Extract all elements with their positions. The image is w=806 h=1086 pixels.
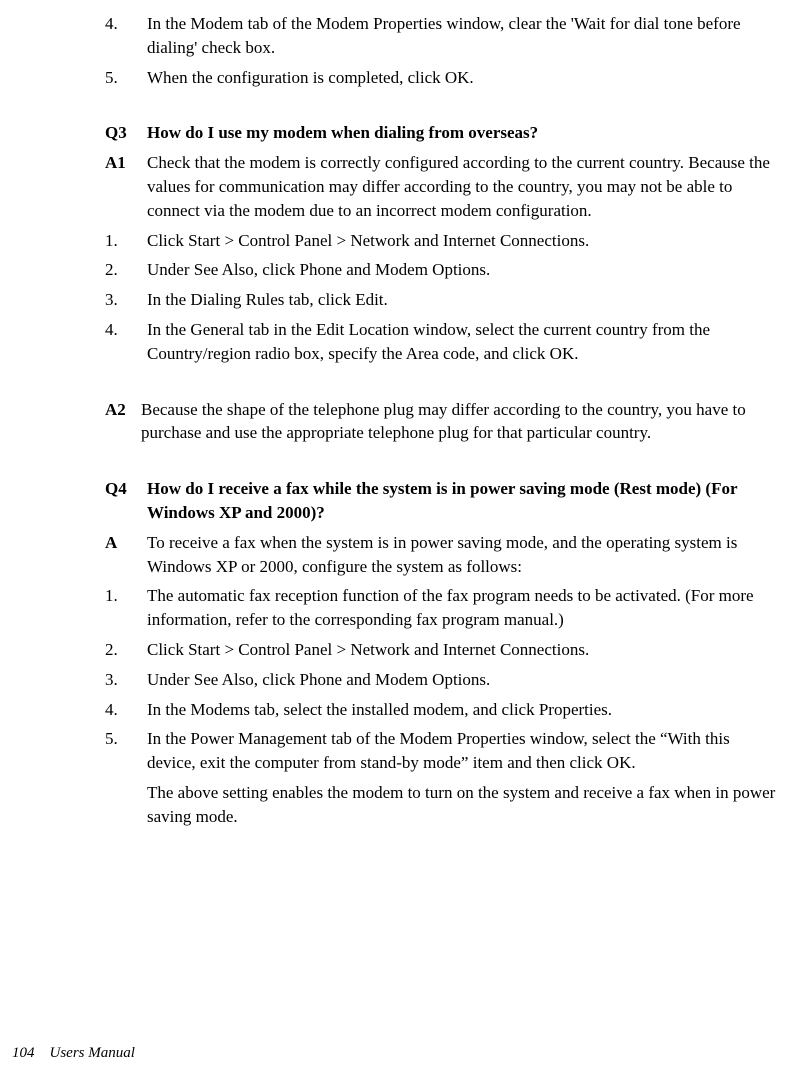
list-number: 2. — [105, 638, 147, 662]
list-number: 1. — [105, 229, 147, 253]
answer-text: Check that the modem is correctly config… — [147, 151, 781, 222]
list-text: Click Start > Control Panel > Network an… — [147, 638, 781, 662]
list-text: The automatic fax reception function of … — [147, 584, 781, 632]
list-item: 4. In the Modem tab of the Modem Propert… — [105, 12, 781, 60]
spacer — [105, 781, 147, 829]
list-number: 3. — [105, 288, 147, 312]
answer-label: A1 — [105, 151, 147, 222]
list-text: In the General tab in the Edit Location … — [147, 318, 781, 366]
list-item: 1. Click Start > Control Panel > Network… — [105, 229, 781, 253]
answer-label: A2 — [105, 398, 141, 446]
paragraph-text: The above setting enables the modem to t… — [147, 781, 781, 829]
list-number: 5. — [105, 727, 147, 775]
list-item: 5. When the configuration is completed, … — [105, 66, 781, 90]
question-row: Q4 How do I receive a fax while the syst… — [105, 477, 781, 525]
list-item: 4. In the Modems tab, select the install… — [105, 698, 781, 722]
list-item: 2. Under See Also, click Phone and Modem… — [105, 258, 781, 282]
answer-row: A To receive a fax when the system is in… — [105, 531, 781, 579]
list-number: 4. — [105, 318, 147, 366]
list-text: Click Start > Control Panel > Network an… — [147, 229, 781, 253]
footer-title: Users Manual — [50, 1045, 135, 1061]
page-content: 4. In the Modem tab of the Modem Propert… — [105, 10, 781, 829]
page-number: 104 — [12, 1045, 35, 1061]
list-item: 2. Click Start > Control Panel > Network… — [105, 638, 781, 662]
list-item: 3. Under See Also, click Phone and Modem… — [105, 668, 781, 692]
question-label: Q4 — [105, 477, 147, 525]
answer-text: Because the shape of the telephone plug … — [141, 398, 781, 446]
answer-row: A2 Because the shape of the telephone pl… — [105, 398, 781, 446]
question-text: How do I use my modem when dialing from … — [147, 121, 781, 145]
list-text: In the Modem tab of the Modem Properties… — [147, 12, 781, 60]
list-text: Under See Also, click Phone and Modem Op… — [147, 258, 781, 282]
list-text: In the Dialing Rules tab, click Edit. — [147, 288, 781, 312]
list-text: Under See Also, click Phone and Modem Op… — [147, 668, 781, 692]
list-number: 1. — [105, 584, 147, 632]
list-text: In the Power Management tab of the Modem… — [147, 727, 781, 775]
answer-text: To receive a fax when the system is in p… — [147, 531, 781, 579]
question-label: Q3 — [105, 121, 147, 145]
list-item: 5. In the Power Management tab of the Mo… — [105, 727, 781, 775]
question-text: How do I receive a fax while the system … — [147, 477, 781, 525]
page-footer: 104 Users Manual — [0, 1043, 806, 1064]
list-item: 4. In the General tab in the Edit Locati… — [105, 318, 781, 366]
paragraph: The above setting enables the modem to t… — [105, 781, 781, 829]
answer-row: A1 Check that the modem is correctly con… — [105, 151, 781, 222]
list-item: 3. In the Dialing Rules tab, click Edit. — [105, 288, 781, 312]
list-number: 2. — [105, 258, 147, 282]
answer-label: A — [105, 531, 147, 579]
list-item: 1. The automatic fax reception function … — [105, 584, 781, 632]
list-number: 3. — [105, 668, 147, 692]
question-row: Q3 How do I use my modem when dialing fr… — [105, 121, 781, 145]
list-number: 5. — [105, 66, 147, 90]
list-text: In the Modems tab, select the installed … — [147, 698, 781, 722]
footer-spacer — [38, 1045, 46, 1061]
list-text: When the configuration is completed, cli… — [147, 66, 781, 90]
list-number: 4. — [105, 12, 147, 60]
list-number: 4. — [105, 698, 147, 722]
